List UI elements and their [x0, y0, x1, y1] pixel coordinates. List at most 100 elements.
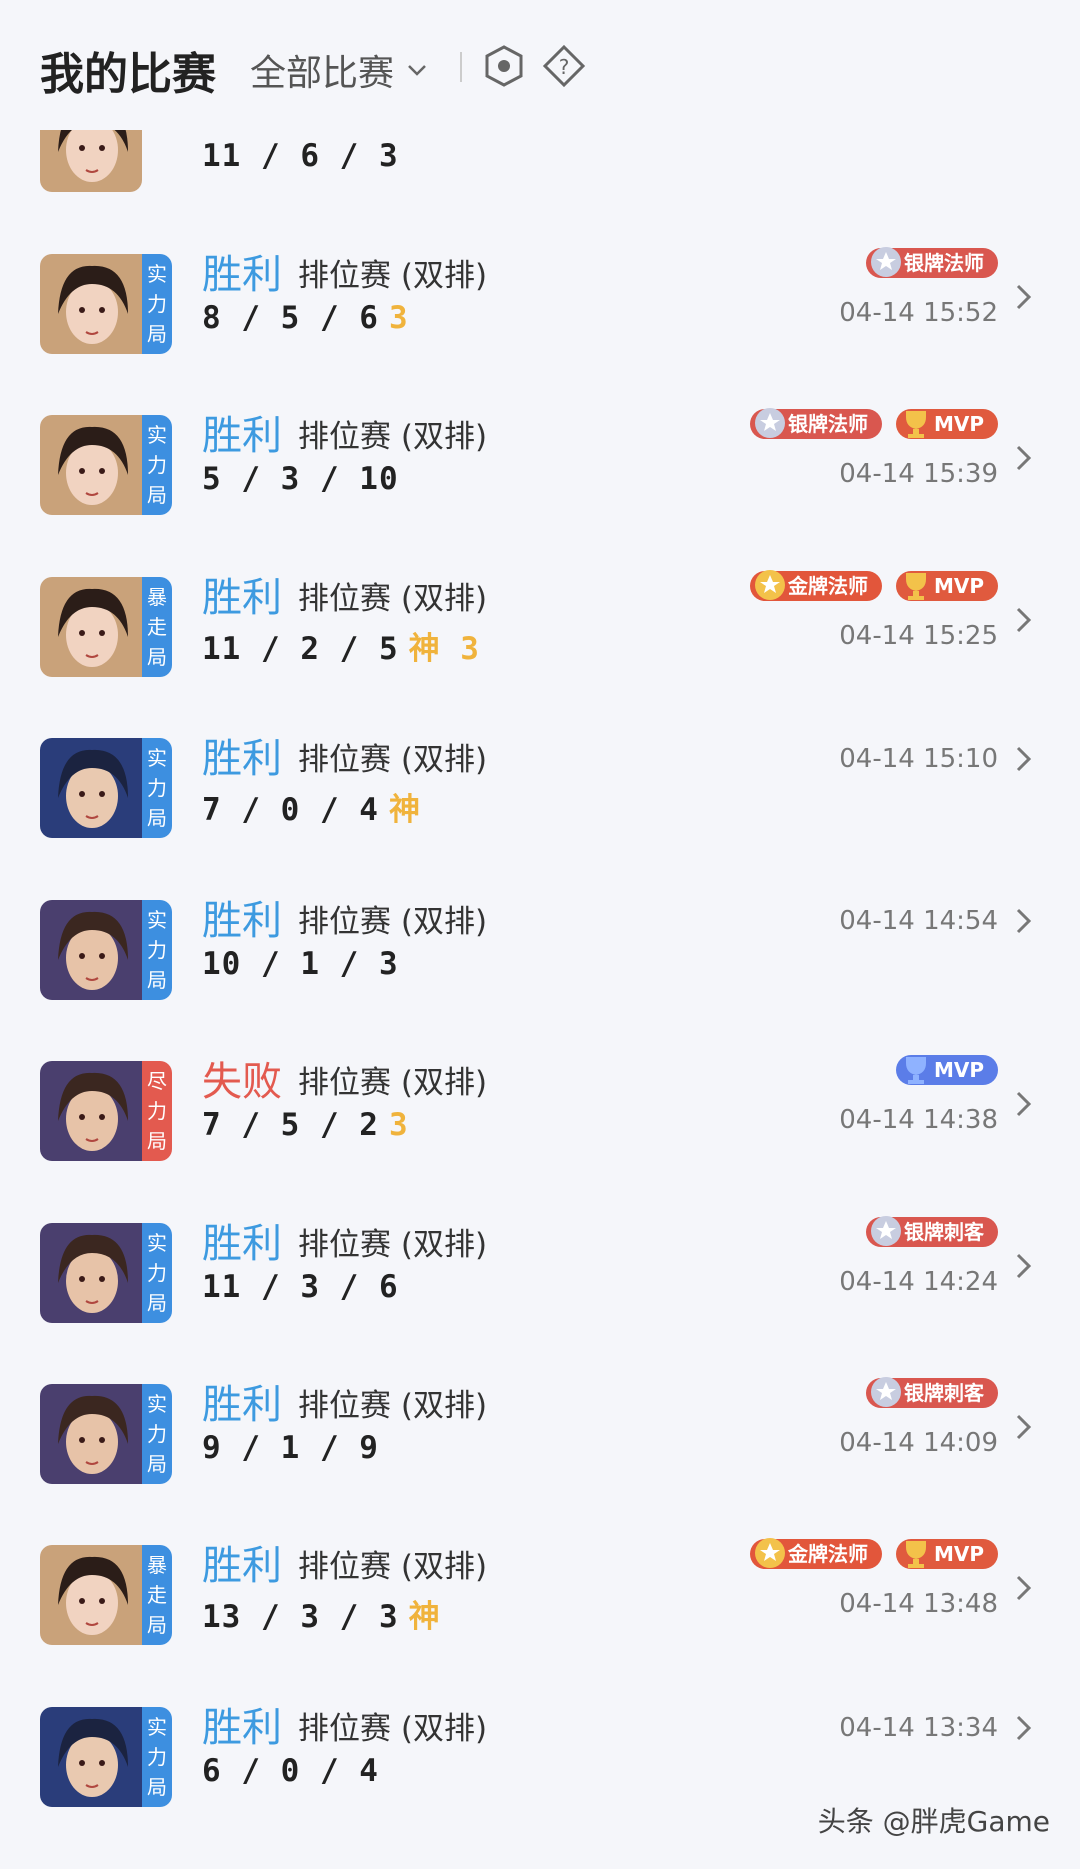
- chevron-right-icon[interactable]: [1014, 282, 1034, 312]
- match-mode: 排位赛 (双排): [298, 1065, 488, 1101]
- match-mode: 排位赛 (双排): [298, 742, 488, 778]
- kda-value: 11 / 2 / 5: [202, 631, 399, 667]
- match-row[interactable]: 实力局胜利 排位赛 (双排) 7 / 0 / 4 神 04-14 15:10: [0, 736, 1080, 900]
- achievement-badge: 银牌法师: [866, 247, 998, 278]
- chevron-right-icon[interactable]: [1014, 1573, 1034, 1603]
- match-row[interactable]: 实力局胜利 排位赛 (双排) 6 / 0 / 4 04-14 13:34: [0, 1705, 1080, 1869]
- trophy-icon: [905, 411, 926, 438]
- chevron-right-icon[interactable]: [1014, 1089, 1034, 1119]
- chevron-right-icon[interactable]: [1014, 906, 1034, 936]
- hero-portrait: [40, 415, 142, 515]
- match-time: 04-14 15:52: [839, 298, 998, 328]
- achievement-badge: 金牌法师: [749, 1538, 882, 1569]
- achievement-badge: MVP: [895, 571, 998, 601]
- kda-extra: 3: [388, 1107, 409, 1143]
- kda-value: 5 / 3 / 10: [202, 461, 399, 497]
- match-mode: 排位赛 (双排): [298, 1388, 488, 1424]
- match-result: 胜利: [202, 1543, 282, 1589]
- badge-group: 银牌法师: [866, 247, 998, 278]
- kda-value: 7 / 0 / 4: [202, 792, 379, 828]
- chevron-right-icon[interactable]: [1014, 744, 1034, 774]
- hero-portrait: [40, 900, 142, 1000]
- match-tag: 暴走局: [142, 577, 172, 677]
- hero-avatar: 实力局: [40, 1223, 172, 1323]
- medal-star-icon: [754, 570, 785, 600]
- svg-text:?: ?: [559, 55, 570, 79]
- help-diamond-icon[interactable]: ?: [542, 44, 586, 88]
- match-tag: 实力局: [142, 254, 172, 354]
- match-time: 04-14 15:39: [839, 459, 998, 489]
- match-result: 胜利: [202, 1221, 282, 1267]
- kda-stats: 11 / 6 / 3: [202, 138, 409, 174]
- kda-stats: 13 / 3 / 3神: [202, 1591, 441, 1636]
- match-row[interactable]: 实力局胜利 排位赛 (双排) 8 / 5 / 6 3 银牌法师 04-14 15:52: [0, 247, 1080, 416]
- medal-star-icon: [754, 1538, 785, 1568]
- match-time: 04-14 13:48: [839, 1589, 998, 1619]
- hero-portrait: [40, 1707, 142, 1807]
- filter-dropdown[interactable]: 全部比赛: [250, 44, 428, 96]
- match-tag: 暴走局: [142, 1545, 172, 1645]
- hero-avatar: 尽力局: [40, 1061, 172, 1161]
- kda-value: 9 / 1 / 9: [202, 1430, 379, 1466]
- match-time: 04-14 14:54: [839, 906, 998, 936]
- kda-stats: 5 / 3 / 10: [202, 461, 409, 497]
- hero-portrait: [40, 1061, 142, 1161]
- kda-stats: 8 / 5 / 63: [202, 300, 409, 336]
- watermark: 头条 @胖虎Game: [817, 1805, 1050, 1838]
- hero-avatar: 实力局: [40, 1707, 172, 1807]
- kda-stats: 11 / 3 / 6: [202, 1269, 409, 1305]
- match-tag: 实力局: [142, 1223, 172, 1323]
- match-row[interactable]: 暴走局胜利 排位赛 (双排) 13 / 3 / 3 神 金牌法师 MVP 04-14 13:…: [0, 1538, 1080, 1707]
- match-mode: 排位赛 (双排): [298, 581, 488, 617]
- match-time: 04-14 14:24: [839, 1267, 998, 1297]
- match-time: 04-14 15:10: [839, 744, 998, 774]
- chevron-right-icon[interactable]: [1014, 1251, 1034, 1281]
- medal-star-icon: [871, 1216, 901, 1246]
- badge-group: 金牌法师 MVP: [749, 1538, 998, 1569]
- match-mode: 排位赛 (双排): [298, 1711, 488, 1747]
- kda-extra: 神: [388, 792, 421, 828]
- kda-value: 10 / 1 / 3: [202, 946, 399, 982]
- match-row[interactable]: 实力局胜利 排位赛 (双排) 9 / 1 / 9 银牌刺客 04-14 14:09: [0, 1377, 1080, 1546]
- kda-value: 6 / 0 / 4: [202, 1753, 379, 1789]
- hero-avatar: 实力局: [40, 254, 172, 354]
- achievement-badge: MVP: [895, 409, 998, 439]
- hero-portrait: [40, 577, 142, 677]
- chevron-right-icon[interactable]: [1014, 443, 1034, 473]
- match-row[interactable]: 实力局胜利 排位赛 (双排) 11 / 3 / 6 银牌刺客 04-14 14:24: [0, 1216, 1080, 1385]
- hexagon-settings-icon[interactable]: [484, 44, 524, 88]
- achievement-badge: MVP: [895, 1539, 998, 1569]
- match-tag: 实力局: [142, 738, 172, 838]
- achievement-badge: 银牌刺客: [866, 1216, 998, 1247]
- match-time: 04-14 14:38: [839, 1105, 998, 1135]
- chevron-right-icon[interactable]: [1014, 605, 1034, 635]
- kda-extra: 神: [408, 1599, 441, 1635]
- badge-group: MVP: [895, 1055, 998, 1085]
- match-row[interactable]: 实力局胜利 排位赛 (双排) 5 / 3 / 10 银牌法师 MVP 04-14 15:3…: [0, 408, 1080, 577]
- match-mode: 排位赛 (双排): [298, 1549, 488, 1585]
- match-row[interactable]: 暴走局胜利 排位赛 (双排) 11 / 2 / 5神 3 金牌法师 MVP 04-14 1…: [0, 570, 1080, 739]
- match-row[interactable]: 尽力局失败 排位赛 (双排) 7 / 5 / 2 3 MVP 04-14 14:38: [0, 1055, 1080, 1223]
- hero-avatar: 暴走局: [40, 577, 172, 677]
- match-result: 胜利: [202, 252, 282, 298]
- badge-group: 金牌法师 MVP: [749, 570, 998, 601]
- filter-label: 全部比赛: [250, 53, 395, 94]
- hero-avatar: 实力局: [40, 900, 172, 1000]
- match-row[interactable]: 实力局胜利 排位赛 (双排) 10 / 1 / 3 04-14 14:54: [0, 898, 1080, 1062]
- badge-group: 银牌法师 MVP: [749, 408, 998, 439]
- kda-stats: 7 / 0 / 4神: [202, 784, 421, 829]
- kda-stats: 9 / 1 / 9: [202, 1430, 389, 1466]
- kda-value: 11 / 6 / 3: [202, 138, 399, 174]
- chevron-right-icon[interactable]: [1014, 1412, 1034, 1442]
- kda-extra: 3: [388, 300, 409, 336]
- trophy-icon: [905, 1057, 926, 1084]
- match-result: 胜利: [202, 575, 282, 621]
- match-result: 胜利: [202, 1382, 282, 1428]
- hero-avatar: 暴走局: [40, 1545, 172, 1645]
- medal-star-icon: [871, 247, 901, 277]
- kda-stats: 7 / 5 / 23: [202, 1107, 409, 1143]
- match-tag: 实力局: [142, 900, 172, 1000]
- medal-star-icon: [871, 1377, 901, 1407]
- chevron-right-icon[interactable]: [1014, 1713, 1034, 1743]
- hero-avatar: 实力局: [40, 415, 172, 515]
